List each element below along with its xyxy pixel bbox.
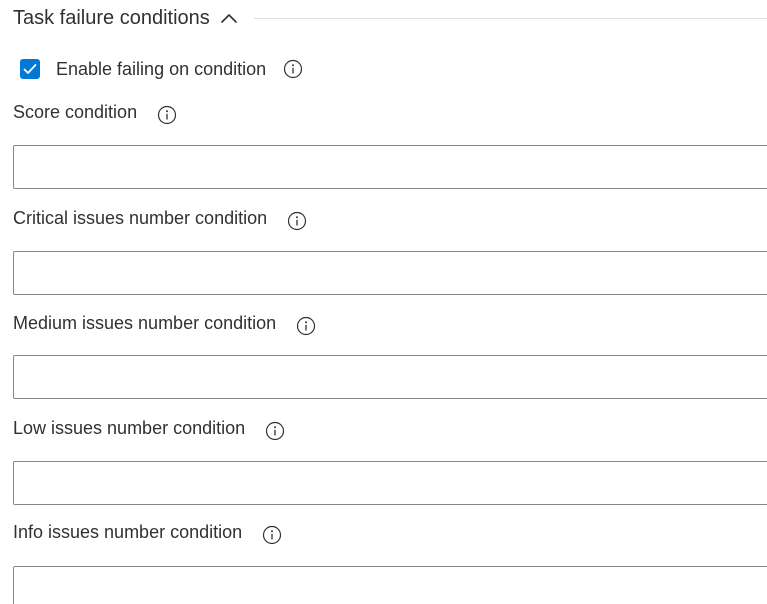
info-issues-label-row: Info issues number condition <box>13 519 282 545</box>
section-title: Task failure conditions <box>13 6 210 29</box>
critical-issues-label-row: Critical issues number condition <box>13 205 307 231</box>
low-issues-input[interactable] <box>13 461 767 505</box>
info-issues-input[interactable] <box>13 566 767 604</box>
enable-failing-checkbox[interactable] <box>20 59 40 79</box>
score-condition-input[interactable] <box>13 145 767 189</box>
info-icon[interactable] <box>265 421 285 441</box>
info-icon[interactable] <box>157 105 177 125</box>
score-condition-label: Score condition <box>13 101 138 122</box>
score-condition-label-row: Score condition <box>13 99 177 125</box>
critical-issues-input[interactable] <box>13 251 767 295</box>
info-icon[interactable] <box>287 211 307 231</box>
medium-issues-label-row: Medium issues number condition <box>13 310 316 336</box>
info-icon[interactable] <box>262 525 282 545</box>
section-header: Task failure conditions <box>13 4 767 32</box>
low-issues-label: Low issues number condition <box>13 417 246 438</box>
task-failure-conditions-panel: Task failure conditions Enable failing o… <box>0 0 767 604</box>
low-issues-label-row: Low issues number condition <box>13 415 285 441</box>
info-icon[interactable] <box>283 59 303 79</box>
enable-failing-row: Enable failing on condition <box>20 57 303 81</box>
critical-issues-label: Critical issues number condition <box>13 207 268 228</box>
info-issues-label: Info issues number condition <box>13 521 243 542</box>
section-divider <box>253 17 767 19</box>
medium-issues-input[interactable] <box>13 355 767 399</box>
enable-failing-label: Enable failing on condition <box>56 58 267 79</box>
medium-issues-label: Medium issues number condition <box>13 312 277 333</box>
chevron-up-icon[interactable] <box>218 7 240 29</box>
checkmark-icon <box>23 64 37 74</box>
info-icon[interactable] <box>296 316 316 336</box>
